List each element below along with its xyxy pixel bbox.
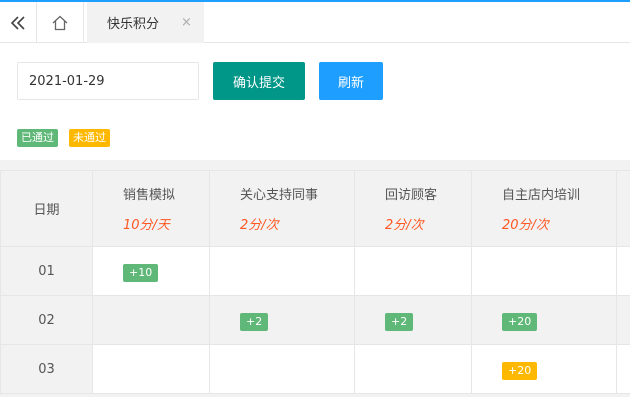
column-header: 自主店内培训 20分/次 bbox=[471, 170, 617, 247]
table-cell[interactable]: +10 bbox=[92, 246, 210, 296]
tab-happy-points[interactable]: 快乐积分 × bbox=[87, 2, 204, 43]
points-badge: +2 bbox=[385, 312, 414, 331]
points-table-wrapper: 日期 销售模拟 10分/天 关心支持同事 2分/次 回访顾客 2分/次 自主店内… bbox=[0, 170, 630, 397]
column-title: 回访顾客 bbox=[385, 188, 438, 203]
legend-passed-badge: 已通过 bbox=[17, 129, 58, 147]
table-cell[interactable] bbox=[209, 344, 355, 394]
table-row: 03 +20 bbox=[0, 344, 630, 394]
row-date: 01 bbox=[0, 246, 93, 296]
table-cell[interactable] bbox=[354, 344, 472, 394]
column-header: 回访顾客 2分/次 bbox=[354, 170, 472, 247]
top-tab-bar: 快乐积分 × bbox=[0, 0, 630, 43]
table-cell-overflow bbox=[616, 295, 630, 345]
table-cell[interactable]: +2 bbox=[354, 295, 472, 345]
tab-label: 快乐积分 bbox=[107, 17, 160, 32]
column-header-overflow bbox=[616, 170, 630, 247]
column-title: 自主店内培训 bbox=[502, 188, 581, 203]
column-header: 销售模拟 10分/天 bbox=[92, 170, 210, 247]
row-date: 02 bbox=[0, 295, 93, 345]
table-cell[interactable] bbox=[354, 246, 472, 296]
column-title: 销售模拟 bbox=[123, 188, 176, 203]
points-table: 日期 销售模拟 10分/天 关心支持同事 2分/次 回访顾客 2分/次 自主店内… bbox=[0, 170, 630, 394]
table-cell[interactable]: +20 bbox=[471, 295, 617, 345]
date-column-header: 日期 bbox=[0, 170, 93, 247]
column-score: 10分/天 bbox=[123, 218, 170, 233]
points-badge: +2 bbox=[240, 312, 269, 331]
table-cell-overflow bbox=[616, 246, 630, 296]
table-cell[interactable]: +20 bbox=[471, 344, 617, 394]
home-icon-glyph bbox=[52, 15, 68, 30]
column-score: 20分/次 bbox=[502, 218, 549, 233]
refresh-button[interactable]: 刷新 bbox=[319, 62, 383, 100]
double-chevron-left-icon-glyph bbox=[10, 15, 25, 30]
column-title: 关心支持同事 bbox=[240, 188, 319, 203]
table-row: 02 +2 +2 +20 bbox=[0, 295, 630, 345]
home-icon[interactable] bbox=[37, 2, 84, 43]
table-row: 01 +10 bbox=[0, 246, 630, 296]
filter-form: 确认提交 刷新 已通过 未通过 bbox=[0, 43, 630, 160]
column-score: 2分/次 bbox=[240, 218, 279, 233]
submit-button[interactable]: 确认提交 bbox=[213, 62, 305, 100]
date-input[interactable] bbox=[17, 62, 199, 100]
close-icon[interactable]: × bbox=[181, 16, 192, 29]
table-cell[interactable]: +2 bbox=[209, 295, 355, 345]
table-cell[interactable] bbox=[209, 246, 355, 296]
table-cell[interactable] bbox=[471, 246, 617, 296]
column-score: 2分/次 bbox=[385, 218, 424, 233]
table-cell[interactable] bbox=[92, 295, 210, 345]
points-badge: +20 bbox=[502, 361, 538, 380]
row-date: 03 bbox=[0, 344, 93, 394]
double-chevron-left-icon[interactable] bbox=[0, 2, 37, 43]
table-cell-overflow bbox=[616, 344, 630, 394]
column-header: 关心支持同事 2分/次 bbox=[209, 170, 355, 247]
table-cell[interactable] bbox=[92, 344, 210, 394]
points-badge: +20 bbox=[502, 312, 538, 331]
legend-failed-badge: 未通过 bbox=[69, 129, 110, 147]
points-badge: +10 bbox=[123, 263, 159, 282]
table-header-row: 日期 销售模拟 10分/天 关心支持同事 2分/次 回访顾客 2分/次 自主店内… bbox=[0, 170, 630, 247]
